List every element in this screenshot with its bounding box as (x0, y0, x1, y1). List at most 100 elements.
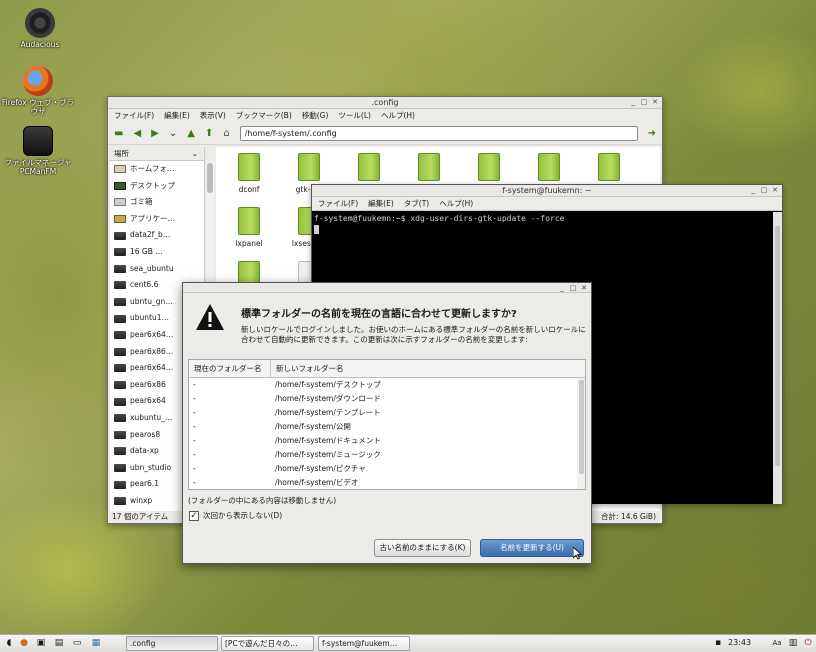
table-row[interactable]: - /home/f-system/ミュージック (189, 448, 585, 462)
table-row[interactable]: - /home/f-system/ドキュメント (189, 434, 585, 448)
terminal-menu-help[interactable]: ヘルプ(H) (439, 199, 473, 208)
dont-show-again-label[interactable]: 次回から表示しない(D) (203, 510, 282, 521)
fm-menu-go[interactable]: 移動(G) (302, 111, 329, 121)
close-icon[interactable]: ✕ (580, 284, 588, 292)
terminal-scrollbar[interactable] (773, 212, 782, 504)
close-icon[interactable]: ✕ (651, 98, 659, 106)
desktop-icon-audacious[interactable]: Audacious (2, 8, 78, 49)
file-manager-launcher-icon[interactable]: ▤ (52, 637, 66, 650)
firefox-launcher-icon[interactable]: ● (17, 637, 31, 650)
file-item[interactable]: lxpanel (219, 207, 279, 248)
history-dropdown-icon[interactable]: ⌄ (169, 128, 177, 139)
column-current-name[interactable]: 現在のフォルダー名 (189, 360, 271, 377)
place-label: ubn_studio (130, 462, 172, 472)
table-row[interactable]: - /home/f-system/公開 (189, 420, 585, 434)
dont-show-again-row[interactable]: ✓ 次回から表示しない(D) (189, 510, 282, 521)
power-icon[interactable]: ⏻ (801, 637, 815, 650)
maximize-icon[interactable]: □ (640, 98, 648, 106)
table-row[interactable]: - /home/f-system/ダウンロード (189, 392, 585, 406)
forward-arrow-icon[interactable]: ▶ (151, 128, 159, 139)
place-item-home[interactable]: ホームフォ… (110, 161, 204, 178)
close-icon[interactable]: ✕ (771, 186, 779, 194)
table-row[interactable]: - /home/f-system/デスクトップ (189, 378, 585, 392)
fm-menu-help[interactable]: ヘルプ(H) (381, 111, 415, 121)
file-item[interactable] (579, 153, 639, 185)
place-item-trash[interactable]: ゴミ箱 (110, 194, 204, 211)
fm-menu-bookmarks[interactable]: ブックマーク(B) (236, 111, 292, 121)
fm-menu-file[interactable]: ファイル(F) (114, 111, 154, 121)
file-item[interactable] (519, 153, 579, 185)
task-config[interactable]: .config (126, 636, 218, 651)
go-arrow-icon[interactable]: ➜ (648, 128, 656, 139)
start-menu-icon[interactable]: ◖ (2, 637, 16, 650)
terminal-titlebar[interactable]: f-system@fuukemn: ~ _ □ ✕ (312, 185, 782, 197)
file-item[interactable] (339, 153, 399, 185)
trash-icon (114, 198, 126, 207)
back-arrow-icon[interactable]: ◀ (133, 128, 141, 139)
minimize-icon[interactable]: _ (558, 284, 566, 292)
place-item-desktop[interactable]: デスクトップ (110, 178, 204, 195)
fm-titlebar[interactable]: .config _ □ ✕ (108, 97, 662, 109)
table-row[interactable]: - /home/f-system/ビデオ (189, 476, 585, 490)
network-icon[interactable]: ▥ (786, 637, 800, 650)
maximize-icon[interactable]: □ (760, 186, 768, 194)
task-label: f-system@fuukem… (322, 639, 398, 648)
terminal-menu-file[interactable]: ファイル(F) (318, 199, 358, 208)
file-item[interactable] (459, 153, 519, 185)
desktop-icon-pcmanfm[interactable]: ファイルマネージャ PCManFM (0, 126, 76, 176)
workspace-icon[interactable]: ▦ (89, 637, 103, 650)
chevron-down-icon[interactable]: ⌄ (192, 147, 198, 161)
terminal-menu-tabs[interactable]: タブ(T) (404, 199, 429, 208)
scrollbar-thumb[interactable] (775, 226, 780, 466)
minimize-icon[interactable]: _ (629, 98, 637, 106)
dont-show-again-checkbox[interactable]: ✓ (189, 510, 199, 521)
desktop-icon-label: Audacious (20, 40, 60, 49)
show-desktop-icon[interactable]: ▭ (70, 637, 84, 650)
place-item-drive[interactable]: 16 GB … (110, 244, 204, 261)
keyboard-layout-icon[interactable]: Aa (770, 637, 784, 650)
file-label: lxpanel (235, 239, 263, 248)
minimize-icon[interactable]: _ (749, 186, 757, 194)
place-item-drive[interactable]: sea_ubuntu (110, 261, 204, 278)
keep-old-names-button[interactable]: 古い名前のままにする(K) (374, 539, 471, 557)
column-new-name[interactable]: 新しいフォルダー名 (271, 360, 344, 377)
table-row[interactable]: - /home/f-system/テンプレート (189, 406, 585, 420)
table-row[interactable]: - /home/f-system/ピクチャ (189, 462, 585, 476)
drive-icon (114, 331, 126, 340)
place-label: pear6x86… (130, 346, 174, 356)
task-browser[interactable]: [PCで遊んだ日々の… (221, 636, 314, 651)
task-terminal[interactable]: f-system@fuukem… (318, 636, 410, 651)
place-item-drive[interactable]: data2f_b… (110, 227, 204, 244)
file-item[interactable] (399, 153, 459, 185)
file-item[interactable]: dconf (219, 153, 279, 194)
fm-menubar: ファイル(F) 編集(E) 表示(V) ブックマーク(B) 移動(G) ツール(… (108, 109, 662, 123)
terminal-launcher-icon[interactable]: ▣ (34, 637, 48, 650)
address-bar[interactable]: /home/f-system/.config (239, 126, 638, 141)
volume-icon[interactable]: ▪ (711, 637, 725, 650)
cell-current: - (193, 408, 196, 417)
table-scrollbar[interactable] (577, 378, 585, 489)
maximize-icon[interactable]: □ (569, 284, 577, 292)
clock[interactable]: 23:43 (728, 638, 751, 647)
scrollbar-thumb[interactable] (207, 163, 213, 193)
update-folders-dialog: _ □ ✕ 標準フォルダーの名前を現在の言語に合わせて更新しますか? 新しいロケ… (182, 282, 592, 564)
mouse-pointer-icon (573, 547, 582, 560)
up-arrow-icon[interactable]: ▲ (187, 128, 195, 139)
fm-menu-edit[interactable]: 編集(E) (164, 111, 190, 121)
dialog-titlebar[interactable]: _ □ ✕ (183, 283, 591, 293)
fm-menu-view[interactable]: 表示(V) (200, 111, 226, 121)
folder-icon (418, 153, 440, 181)
place-label: data2f_b… (130, 230, 171, 240)
folder-icon (598, 153, 620, 181)
place-item-applications[interactable]: アプリケー… (110, 211, 204, 228)
places-header[interactable]: 場所 ⌄ (110, 147, 204, 161)
update-names-button[interactable]: 名前を更新する(U) (480, 539, 584, 557)
desktop-icon-firefox[interactable]: Firefox ウェブ・ブラウザ (0, 66, 76, 116)
terminal-menu-edit[interactable]: 編集(E) (368, 199, 394, 208)
fm-menu-tools[interactable]: ツール(L) (338, 111, 371, 121)
new-tab-icon[interactable]: ▬ (114, 128, 123, 139)
parent-folder-icon[interactable]: ⬆ (205, 128, 213, 139)
home-icon[interactable]: ⌂ (223, 128, 229, 139)
scrollbar-thumb[interactable] (578, 380, 584, 474)
task-label: .config (130, 639, 156, 648)
